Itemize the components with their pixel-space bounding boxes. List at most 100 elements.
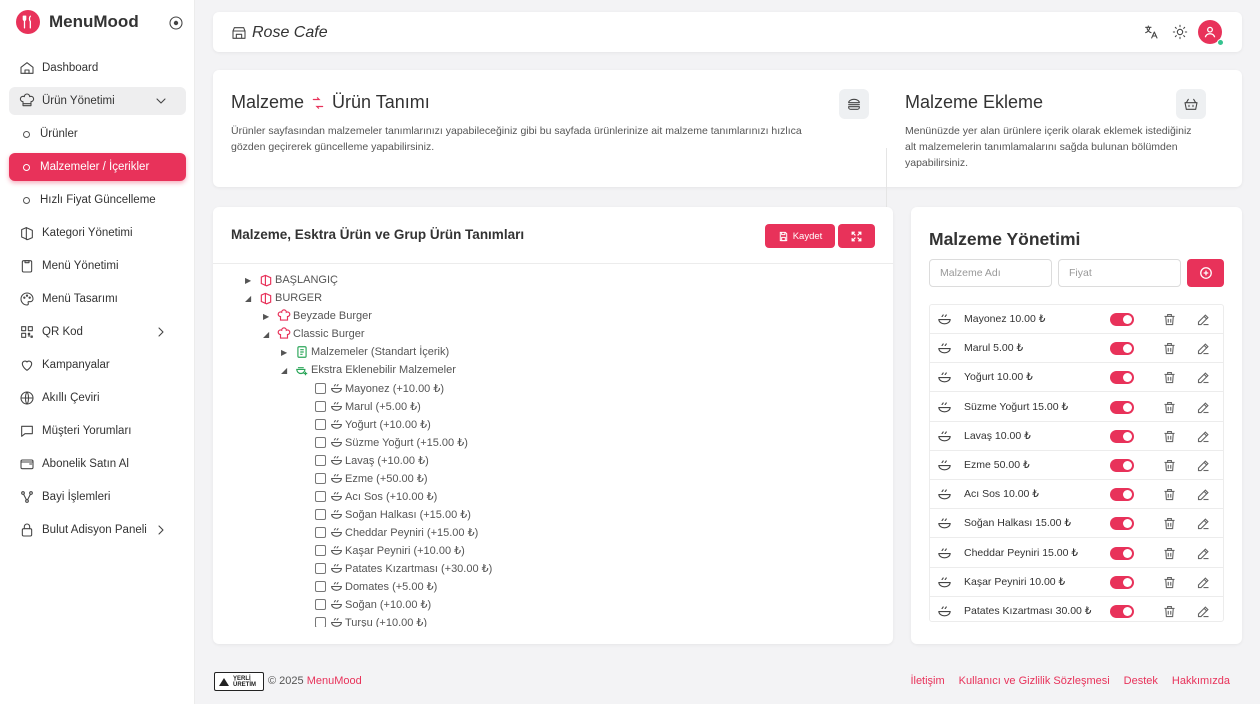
checkbox[interactable] <box>315 472 326 484</box>
tree-leaf-extra[interactable]: Acı Sos (+10.00 ₺) <box>315 487 437 505</box>
translate-icon[interactable] <box>1143 24 1159 40</box>
sidebar-item-abonelik[interactable]: Abonelik Satın Al <box>9 450 186 478</box>
footer-link-hakkimizda[interactable]: Hakkımızda <box>1172 675 1230 687</box>
checkbox[interactable] <box>315 436 326 448</box>
checkbox[interactable] <box>315 544 326 556</box>
checkbox[interactable] <box>315 598 326 610</box>
expand-arrow-icon[interactable]: ▶ <box>245 276 255 285</box>
tree-leaf-extra[interactable]: Kaşar Peyniri (+10.00 ₺) <box>315 541 465 559</box>
trash-icon[interactable] <box>1162 400 1177 415</box>
trash-icon[interactable] <box>1162 370 1177 385</box>
sidebar-item-menu-tasarimi[interactable]: Menü Tasarımı <box>9 285 186 313</box>
checkbox[interactable] <box>315 382 326 394</box>
brand[interactable]: MenuMood <box>16 10 139 34</box>
active-toggle[interactable] <box>1110 575 1134 589</box>
sidebar-item-urunler[interactable]: Ürünler <box>9 120 186 148</box>
collapse-arrow-icon[interactable]: ◢ <box>281 366 291 375</box>
burger-icon[interactable] <box>839 89 869 119</box>
active-toggle[interactable] <box>1110 605 1134 618</box>
tree-node-standart-icerik[interactable]: ▶ Malzemeler (Standart İçerik) <box>281 343 449 361</box>
active-toggle[interactable] <box>1110 371 1134 385</box>
checkbox[interactable] <box>315 526 326 538</box>
sidebar-item-qr-kod[interactable]: QR Kod <box>9 318 186 346</box>
sidebar-item-akilli-ceviri[interactable]: Akıllı Çeviri <box>9 384 186 412</box>
trash-icon[interactable] <box>1162 604 1177 619</box>
tree-leaf-extra[interactable]: Domates (+5.00 ₺) <box>315 577 437 595</box>
trash-icon[interactable] <box>1162 487 1177 502</box>
sidebar-item-bayi[interactable]: Bayi İşlemleri <box>9 483 186 511</box>
expand-arrow-icon[interactable]: ▶ <box>281 348 291 357</box>
sidebar-toggle-icon[interactable] <box>168 15 184 31</box>
edit-icon[interactable] <box>1196 604 1211 619</box>
edit-icon[interactable] <box>1196 575 1211 590</box>
expand-arrow-icon[interactable]: ▶ <box>263 312 273 321</box>
tree-leaf-extra[interactable]: Soğan Halkası (+15.00 ₺) <box>315 505 471 523</box>
active-toggle[interactable] <box>1110 400 1134 414</box>
trash-icon[interactable] <box>1162 458 1177 473</box>
ingredient-price-input[interactable]: Fiyat <box>1058 259 1181 287</box>
collapse-arrow-icon[interactable]: ◢ <box>263 330 273 339</box>
tree-leaf-extra[interactable]: Süzme Yoğurt (+15.00 ₺) <box>315 433 468 451</box>
tree-node-burger[interactable]: ◢ BURGER <box>245 289 322 307</box>
active-toggle[interactable] <box>1110 342 1134 356</box>
edit-icon[interactable] <box>1196 370 1211 385</box>
checkbox[interactable] <box>315 562 326 574</box>
checkbox[interactable] <box>315 418 326 430</box>
edit-icon[interactable] <box>1196 341 1211 356</box>
active-toggle[interactable] <box>1110 488 1134 502</box>
tree-node-baslangic[interactable]: ▶ BAŞLANGIÇ <box>245 271 338 289</box>
edit-icon[interactable] <box>1196 312 1211 327</box>
edit-icon[interactable] <box>1196 458 1211 473</box>
trash-icon[interactable] <box>1162 546 1177 561</box>
checkbox[interactable] <box>315 400 326 412</box>
footer-link-destek[interactable]: Destek <box>1124 675 1158 687</box>
tree-leaf-extra[interactable]: Marul (+5.00 ₺) <box>315 397 421 415</box>
checkbox[interactable] <box>315 454 326 466</box>
sidebar-item-dashboard[interactable]: Dashboard <box>9 54 186 82</box>
ingredient-name-input[interactable]: Malzeme Adı <box>929 259 1052 287</box>
edit-icon[interactable] <box>1196 516 1211 531</box>
avatar[interactable] <box>1198 20 1224 46</box>
tree-leaf-extra[interactable]: Cheddar Peyniri (+15.00 ₺) <box>315 523 478 541</box>
tree-leaf-extra[interactable]: Ezme (+50.00 ₺) <box>315 469 428 487</box>
checkbox[interactable] <box>315 508 326 520</box>
footer-brand-link[interactable]: MenuMood <box>307 675 362 687</box>
sidebar-item-bulut-adisyon[interactable]: Bulut Adisyon Paneli <box>9 516 186 544</box>
footer-link-sozlesme[interactable]: Kullanıcı ve Gizlilik Sözleşmesi <box>959 675 1110 687</box>
tree-leaf-extra[interactable]: Turşu (+10.00 ₺) <box>315 613 427 627</box>
edit-icon[interactable] <box>1196 487 1211 502</box>
sidebar-item-hizli-fiyat[interactable]: Hızlı Fiyat Güncelleme <box>9 186 186 214</box>
trash-icon[interactable] <box>1162 429 1177 444</box>
trash-icon[interactable] <box>1162 312 1177 327</box>
trash-icon[interactable] <box>1162 341 1177 356</box>
active-toggle[interactable] <box>1110 313 1134 326</box>
sidebar-item-malzemeler[interactable]: Malzemeler / İçerikler <box>9 153 186 181</box>
collapse-arrow-icon[interactable]: ◢ <box>245 294 255 303</box>
trash-icon[interactable] <box>1162 516 1177 531</box>
sidebar-item-yorumlar[interactable]: Müşteri Yorumları <box>9 417 186 445</box>
sidebar-item-kategori[interactable]: Kategori Yönetimi <box>9 219 186 247</box>
edit-icon[interactable] <box>1196 546 1211 561</box>
active-toggle[interactable] <box>1110 459 1134 472</box>
fullscreen-button[interactable] <box>838 224 875 248</box>
active-toggle[interactable] <box>1110 429 1134 443</box>
tree-leaf-extra[interactable]: Soğan (+10.00 ₺) <box>315 595 431 613</box>
tree-node-classic-burger[interactable]: ◢ Classic Burger <box>263 325 365 343</box>
sidebar-item-kampanyalar[interactable]: Kampanyalar <box>9 351 186 379</box>
checkbox[interactable] <box>315 616 326 627</box>
trash-icon[interactable] <box>1162 575 1177 590</box>
sidebar-item-menu-yonetimi[interactable]: Menü Yönetimi <box>9 252 186 280</box>
tree-node-ekstra-malzemeler[interactable]: ◢ Ekstra Eklenebilir Malzemeler <box>281 361 456 379</box>
active-toggle[interactable] <box>1110 517 1134 531</box>
edit-icon[interactable] <box>1196 400 1211 415</box>
save-button[interactable]: Kaydet <box>765 224 835 248</box>
footer-link-iletisim[interactable]: İletişim <box>910 675 944 687</box>
sun-icon[interactable] <box>1172 24 1188 40</box>
active-toggle[interactable] <box>1110 546 1134 560</box>
add-ingredient-button[interactable] <box>1187 259 1224 287</box>
basket-icon[interactable] <box>1176 89 1206 119</box>
tree-leaf-extra[interactable]: Lavaş (+10.00 ₺) <box>315 451 429 469</box>
sidebar-item-urun-yonetimi[interactable]: Ürün Yönetimi <box>9 87 186 115</box>
tree-leaf-extra[interactable]: Patates Kızartması (+30.00 ₺) <box>315 559 492 577</box>
checkbox[interactable] <box>315 580 326 592</box>
